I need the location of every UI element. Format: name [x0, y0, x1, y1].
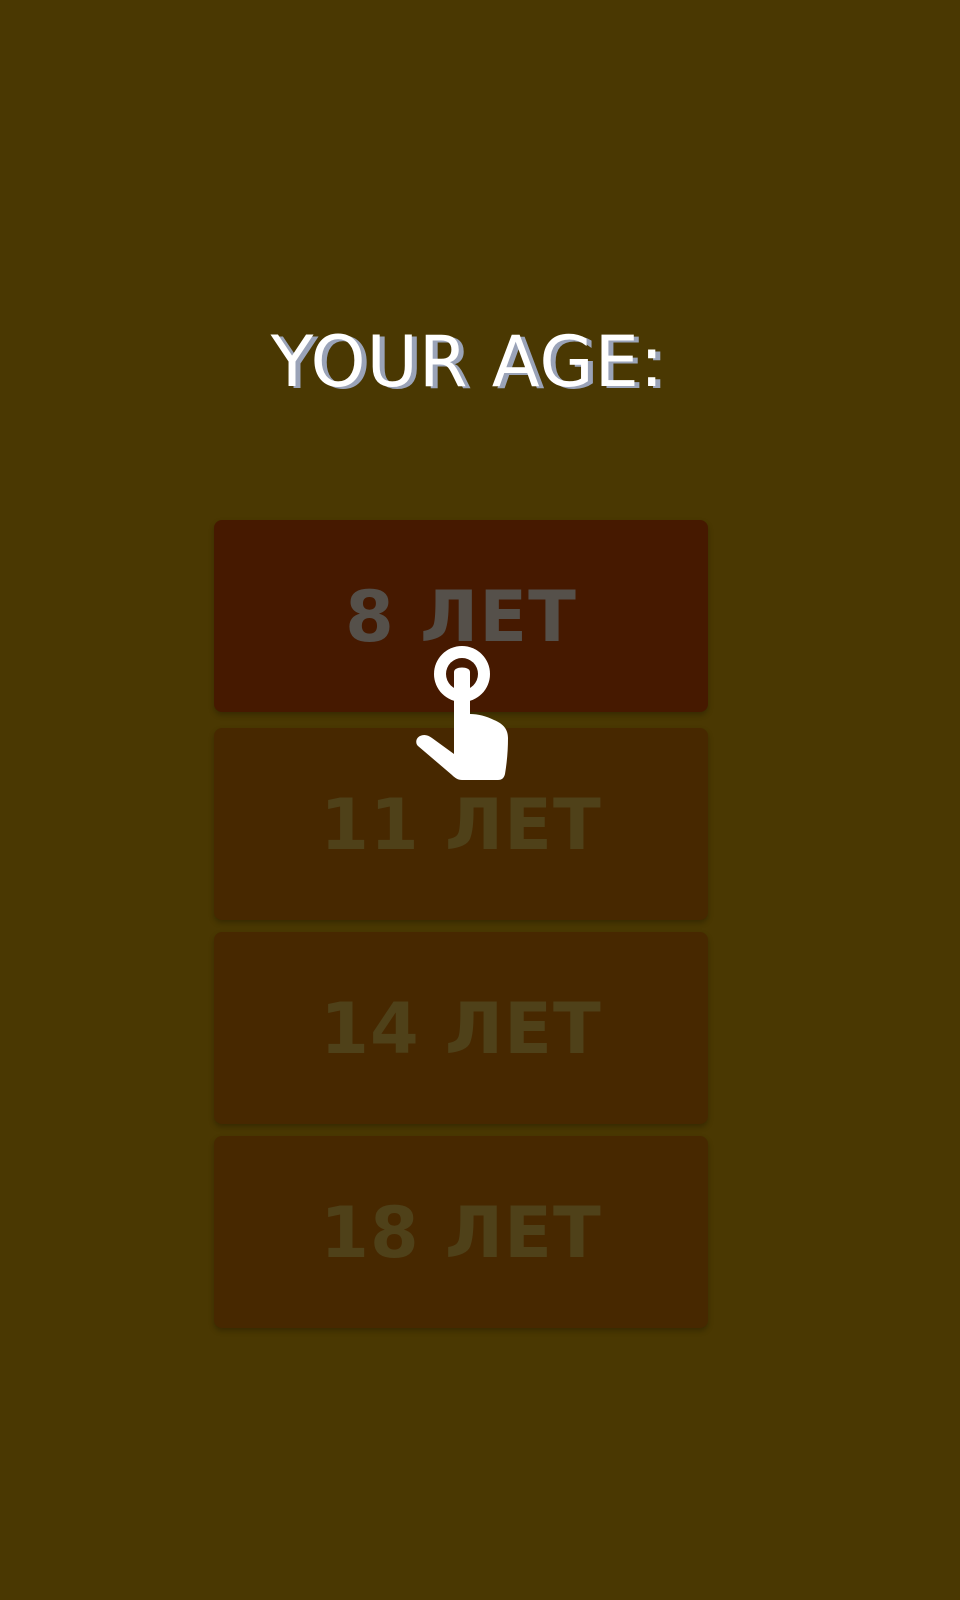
age-button-18[interactable]: 18 ЛЕТ — [214, 1136, 708, 1328]
age-button-label: 18 ЛЕТ — [320, 1192, 602, 1274]
tap-hand-icon — [416, 646, 508, 780]
age-select-screen: YOUR AGE: 8 ЛЕТ 11 ЛЕТ 14 ЛЕТ 18 ЛЕТ — [0, 0, 960, 1600]
page-title: YOUR AGE: — [270, 321, 665, 403]
age-button-label: 14 ЛЕТ — [320, 988, 602, 1070]
age-button-label: 11 ЛЕТ — [320, 784, 602, 866]
age-button-14[interactable]: 14 ЛЕТ — [214, 932, 708, 1124]
